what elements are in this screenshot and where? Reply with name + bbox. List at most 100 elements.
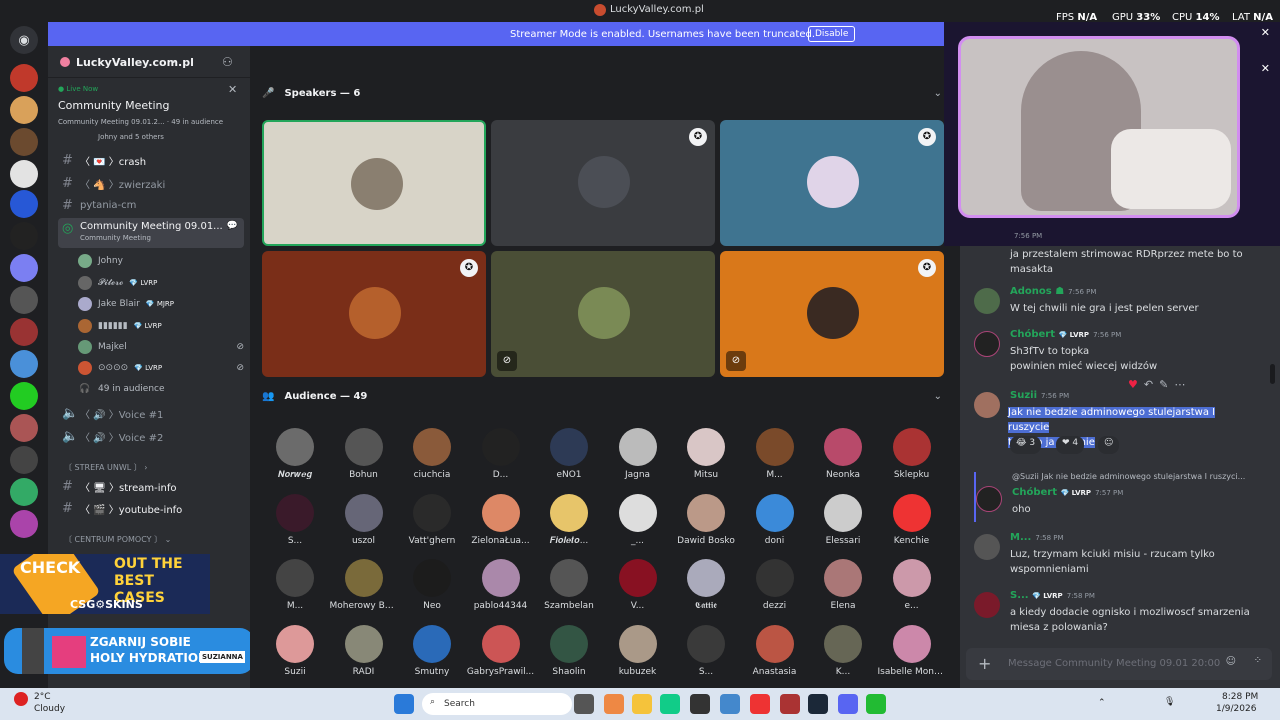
server-icon-3[interactable] — [10, 128, 38, 156]
add-reaction-icon[interactable]: ☺ — [1098, 436, 1120, 454]
audience-member[interactable]: Suzii — [261, 624, 329, 689]
close-icon[interactable]: ✕ — [1261, 62, 1270, 75]
audience-member[interactable]: M... — [261, 559, 329, 623]
audience-member[interactable]: Jagna — [604, 428, 672, 492]
channel-community-meeting[interactable]: ◎ Community Meeting 09.01... Community Me… — [58, 218, 244, 248]
channel-pytania-cm[interactable]: # pytania-cm — [58, 195, 244, 215]
taskbar-search[interactable]: ⌕ Search — [422, 693, 572, 715]
speaker-tile[interactable]: ✪ — [491, 120, 715, 246]
edit-icon[interactable]: ✎ — [1159, 378, 1174, 391]
stage-member[interactable]: Jake Blair 💎 MJRP — [78, 294, 244, 314]
speaker-tile[interactable]: ✪ — [262, 251, 486, 377]
speaker-tile[interactable] — [262, 120, 486, 246]
stage-member[interactable]: ⊙⊙⊙⊙ 💎 LVRP ⊘ — [78, 358, 244, 378]
reaction-laugh[interactable]: 😂 3 — [1010, 436, 1042, 454]
audience-member[interactable]: K... — [809, 624, 877, 689]
audience-member[interactable]: RADI — [330, 624, 398, 689]
channel-zwierzaki[interactable]: # 〈 🐴 〉zwierzaki — [58, 173, 244, 193]
audience-member[interactable]: Isabelle Monti... — [878, 624, 946, 689]
chevron-up-icon[interactable]: ⌃ — [1098, 698, 1106, 708]
audience-member[interactable]: Elessari — [809, 493, 877, 558]
server-icon-14[interactable] — [10, 478, 38, 506]
audience-member[interactable]: Mitsu — [672, 428, 740, 492]
server-icon-6[interactable] — [10, 222, 38, 250]
opera-icon[interactable] — [750, 694, 770, 714]
audience-member[interactable]: Elena — [809, 559, 877, 623]
disable-streamer-mode-button[interactable]: Disable — [808, 26, 856, 42]
chat-message[interactable]: Adonos ☗ 7:56 PM W tej chwili nie gra i j… — [974, 286, 1264, 322]
server-icon-7[interactable] — [10, 254, 38, 282]
audience-member[interactable]: doni — [741, 493, 809, 558]
chevron-down-icon[interactable]: ⌄ — [934, 391, 942, 402]
audience-member[interactable]: 𝕮𝖆𝖙𝖙𝖎𝖊 — [672, 559, 740, 623]
audience-member[interactable]: M... — [741, 428, 809, 492]
reply-icon[interactable]: ↶ — [1144, 378, 1159, 391]
audience-member[interactable]: V... — [604, 559, 672, 623]
stage-member[interactable]: ▮▮▮▮▮▮ 💎 LVRP — [78, 316, 244, 336]
audience-member[interactable]: Vatt'ghern — [398, 493, 466, 558]
stream-preview[interactable]: ✕ ✕ — [944, 22, 1280, 246]
audience-member[interactable]: Smutny — [398, 624, 466, 689]
server-icon-10[interactable] — [10, 350, 38, 378]
server-icon-1[interactable] — [10, 64, 38, 92]
emoji-icon[interactable]: ☺ — [1226, 656, 1236, 667]
server-icon-13[interactable] — [10, 446, 38, 474]
message-input[interactable]: + Message Community Meeting 09.01 20:00 … — [966, 648, 1272, 680]
category-strefa-unwl[interactable]: 〔 STREFA UNWL 〕 › — [64, 462, 148, 473]
audience-member[interactable]: Szambelan — [535, 559, 603, 623]
clock-time[interactable]: 8:28 PM — [1222, 692, 1258, 702]
close-icon[interactable]: ✕ — [228, 83, 237, 96]
voice-channel-2[interactable]: 🔈 〈 🔊 〉Voice #2 — [58, 426, 244, 446]
server-icon-2[interactable] — [10, 96, 38, 124]
chat-message[interactable]: S... 💎 LVRP 7:58 PM a kiedy dodacie ognis… — [974, 590, 1264, 636]
live-now-panel[interactable]: ● Live Now Community Meeting Community M… — [48, 80, 250, 148]
audience-member[interactable]: Moherowy Be... — [330, 559, 398, 623]
audience-member[interactable]: 𝑭𝒊𝒐𝒍𝒆𝒕𝒐... — [535, 493, 603, 558]
audience-member[interactable]: dezzi — [741, 559, 809, 623]
reaction-heart[interactable]: ❤ 4 — [1056, 436, 1085, 454]
clock-date[interactable]: 1/9/2026 — [1216, 704, 1256, 714]
plus-icon[interactable]: + — [978, 654, 991, 673]
chat-message[interactable]: 7:56 PM ja przestalem strimowac RDRprzez… — [974, 232, 1264, 275]
steam-icon[interactable] — [808, 694, 828, 714]
taskview-icon[interactable] — [574, 694, 594, 714]
app-icon[interactable] — [690, 694, 710, 714]
app-icon[interactable] — [866, 694, 886, 714]
apps-icon[interactable]: ⁘ — [1254, 655, 1262, 666]
server-icon-11[interactable] — [10, 382, 38, 410]
speaker-tile[interactable]: ✪ — [720, 120, 944, 246]
audience-member[interactable]: Neonka — [809, 428, 877, 492]
add-member-icon[interactable]: ⚇ — [222, 55, 233, 69]
file-explorer-icon[interactable] — [632, 694, 652, 714]
server-icon-12[interactable] — [10, 414, 38, 442]
chat-message[interactable]: @Suzii Jak nie bedzie adminowego stuleja… — [974, 472, 1264, 522]
audience-member[interactable]: 𝑵𝒐𝒓𝒘𝒆𝒈 — [261, 428, 329, 492]
stage-member[interactable]: 𝓟𝓲𝓽𝓮𝓻𝓸 💎 LVRP — [78, 273, 244, 293]
audience-member[interactable]: S... — [672, 624, 740, 689]
voice-channel-1[interactable]: 🔈 〈 🔊 〉Voice #1 — [58, 403, 244, 423]
audience-member[interactable]: _... — [604, 493, 672, 558]
discord-icon[interactable] — [838, 694, 858, 714]
microphone-icon[interactable]: 🎙 — [1164, 697, 1175, 707]
server-icon-8[interactable] — [10, 286, 38, 314]
audience-member[interactable]: ZielonaŁua... — [467, 493, 535, 558]
chat-message[interactable]: M... 7:58 PM Luz, trzymam kciuki misiu - … — [974, 532, 1264, 578]
server-icon-9[interactable] — [10, 318, 38, 346]
weather-desc[interactable]: Cloudy — [34, 704, 65, 714]
audience-member[interactable]: Kenchie — [878, 493, 946, 558]
audience-member[interactable]: S... — [261, 493, 329, 558]
audience-member[interactable]: Shaolin — [535, 624, 603, 689]
discord-home-button[interactable]: ◉ — [10, 26, 38, 54]
outlook-icon[interactable] — [720, 694, 740, 714]
category-centrum-pomocy[interactable]: 〔 CENTRUM POMOCY 〕 ⌄ — [64, 534, 171, 545]
channel-stream-info[interactable]: # 〈 🖥 〉stream-info — [58, 476, 244, 496]
channel-youtube-info[interactable]: # 〈 🎬 〉youtube-info — [58, 498, 244, 518]
audience-member[interactable]: kubuzek — [604, 624, 672, 689]
edge-icon[interactable] — [660, 694, 680, 714]
close-icon[interactable]: ✕ — [1261, 26, 1270, 39]
audience-member[interactable]: Anastasia — [741, 624, 809, 689]
obs-icon[interactable] — [780, 694, 800, 714]
copilot-icon[interactable] — [604, 694, 624, 714]
audience-member[interactable]: GabrysPrawil... — [467, 624, 535, 689]
audience-member[interactable]: Sklepku — [878, 428, 946, 492]
